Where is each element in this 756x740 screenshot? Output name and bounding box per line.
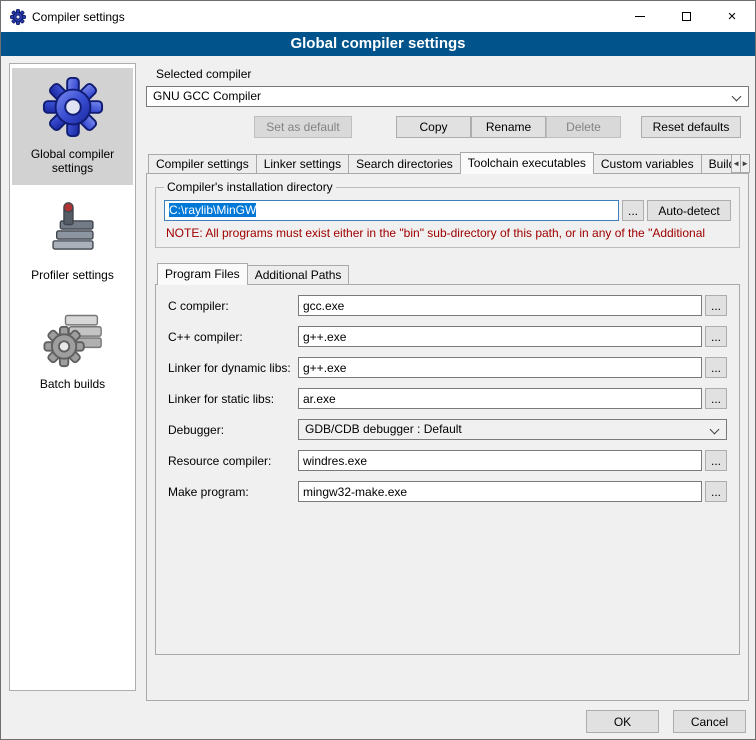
bin-subdirectory-note: NOTE: All programs must exist either in …	[166, 226, 729, 240]
subtab-additional-paths[interactable]: Additional Paths	[247, 265, 350, 284]
compiler-actions-row: Set as default Copy Rename Delete Reset …	[146, 116, 749, 138]
make-program-label: Make program:	[168, 485, 298, 499]
browse-make-program-button[interactable]: ...	[705, 481, 727, 502]
compiler-select[interactable]: GNU GCC Compiler	[146, 86, 749, 107]
static-linker-input[interactable]	[298, 388, 702, 409]
tab-search-directories[interactable]: Search directories	[348, 154, 461, 173]
copy-button[interactable]: Copy	[396, 116, 471, 138]
blue-gear-icon	[42, 76, 104, 141]
toolchain-executables-panel: Compiler's installation directory C:\ray…	[146, 173, 749, 701]
profiler-tool-icon	[44, 201, 102, 262]
tab-toolchain-executables[interactable]: Toolchain executables	[460, 152, 594, 174]
ok-button[interactable]: OK	[586, 710, 659, 733]
minimize-button[interactable]	[617, 1, 663, 32]
caption-buttons: ×	[617, 1, 755, 32]
install-dir-input[interactable]: C:\raylib\MinGW	[164, 200, 619, 221]
sidebar-item-profiler-settings[interactable]: Profiler settings	[12, 193, 133, 292]
static-linker-label: Linker for static libs:	[168, 392, 298, 406]
settings-tabstrip: Compiler settings Linker settings Search…	[146, 151, 749, 173]
tab-custom-variables[interactable]: Custom variables	[593, 154, 702, 173]
c-compiler-input[interactable]	[298, 295, 702, 316]
dialog-heading: Global compiler settings	[1, 32, 755, 56]
sidebar-item-label: Profiler settings	[16, 268, 129, 282]
maximize-icon	[682, 12, 691, 21]
compiler-select-value: GNU GCC Compiler	[153, 89, 261, 103]
rename-button[interactable]: Rename	[471, 116, 546, 138]
maximize-button[interactable]	[663, 1, 709, 32]
cpp-compiler-label: C++ compiler:	[168, 330, 298, 344]
compiler-settings-window: Compiler settings × Global compiler sett…	[0, 0, 756, 740]
selected-compiler-label: Selected compiler	[156, 67, 749, 81]
close-button[interactable]: ×	[709, 1, 755, 32]
gray-gear-stack-icon	[43, 308, 103, 371]
tab-compiler-settings[interactable]: Compiler settings	[148, 154, 257, 173]
browse-cpp-compiler-button[interactable]: ...	[705, 326, 727, 347]
app-icon	[10, 9, 26, 25]
main-content: Selected compiler GNU GCC Compiler Set a…	[146, 63, 749, 701]
debugger-label: Debugger:	[168, 423, 298, 437]
browse-install-dir-button[interactable]: ...	[622, 200, 644, 221]
chevron-down-icon	[732, 92, 742, 102]
sidebar-item-label: Global compiler settings	[16, 147, 129, 175]
resource-compiler-label: Resource compiler:	[168, 454, 298, 468]
auto-detect-button[interactable]: Auto-detect	[647, 200, 731, 221]
set-as-default-button[interactable]: Set as default	[254, 116, 352, 138]
resource-compiler-row: Resource compiler: ...	[168, 450, 727, 471]
subtab-program-files[interactable]: Program Files	[157, 263, 248, 285]
cpp-compiler-input[interactable]	[298, 326, 702, 347]
sidebar-item-label: Batch builds	[16, 377, 129, 391]
reset-defaults-button[interactable]: Reset defaults	[641, 116, 741, 138]
debugger-select-value: GDB/CDB debugger : Default	[305, 422, 462, 436]
dynamic-linker-row: Linker for dynamic libs: ...	[168, 357, 727, 378]
c-compiler-label: C compiler:	[168, 299, 298, 313]
tab-linker-settings[interactable]: Linker settings	[256, 154, 349, 173]
program-files-tabstrip: Program Files Additional Paths	[155, 262, 740, 284]
program-files-panel: C compiler: ... C++ compiler: ... Linker…	[155, 284, 740, 655]
debugger-select[interactable]: GDB/CDB debugger : Default	[298, 419, 727, 440]
settings-category-sidebar: Global compiler settings Profiler settin…	[9, 63, 136, 691]
installation-directory-groupbox: Compiler's installation directory C:\ray…	[155, 180, 740, 248]
cpp-compiler-row: C++ compiler: ...	[168, 326, 727, 347]
window-title: Compiler settings	[32, 10, 125, 24]
debugger-row: Debugger: GDB/CDB debugger : Default	[168, 419, 727, 440]
chevron-down-icon	[710, 425, 720, 435]
tab-build-options[interactable]: Build options	[701, 154, 733, 173]
c-compiler-row: C compiler: ...	[168, 295, 727, 316]
minimize-icon	[635, 16, 645, 17]
make-program-input[interactable]	[298, 481, 702, 502]
make-program-row: Make program: ...	[168, 481, 727, 502]
browse-c-compiler-button[interactable]: ...	[705, 295, 727, 316]
close-icon: ×	[728, 9, 737, 24]
install-dir-selected-text: C:\raylib\MinGW	[169, 203, 256, 217]
installation-directory-legend: Compiler's installation directory	[164, 180, 336, 194]
sidebar-item-global-compiler-settings[interactable]: Global compiler settings	[12, 68, 133, 185]
sidebar-item-batch-builds[interactable]: Batch builds	[12, 300, 133, 401]
browse-dynamic-linker-button[interactable]: ...	[705, 357, 727, 378]
titlebar: Compiler settings ×	[1, 1, 755, 32]
tab-scroll-right-button[interactable]: ►	[740, 154, 750, 173]
dynamic-linker-label: Linker for dynamic libs:	[168, 361, 298, 375]
browse-static-linker-button[interactable]: ...	[705, 388, 727, 409]
resource-compiler-input[interactable]	[298, 450, 702, 471]
static-linker-row: Linker for static libs: ...	[168, 388, 727, 409]
delete-button[interactable]: Delete	[546, 116, 621, 138]
installation-directory-row: C:\raylib\MinGW ... Auto-detect	[164, 200, 731, 221]
cancel-button[interactable]: Cancel	[673, 710, 746, 733]
dynamic-linker-input[interactable]	[298, 357, 702, 378]
browse-resource-compiler-button[interactable]: ...	[705, 450, 727, 471]
